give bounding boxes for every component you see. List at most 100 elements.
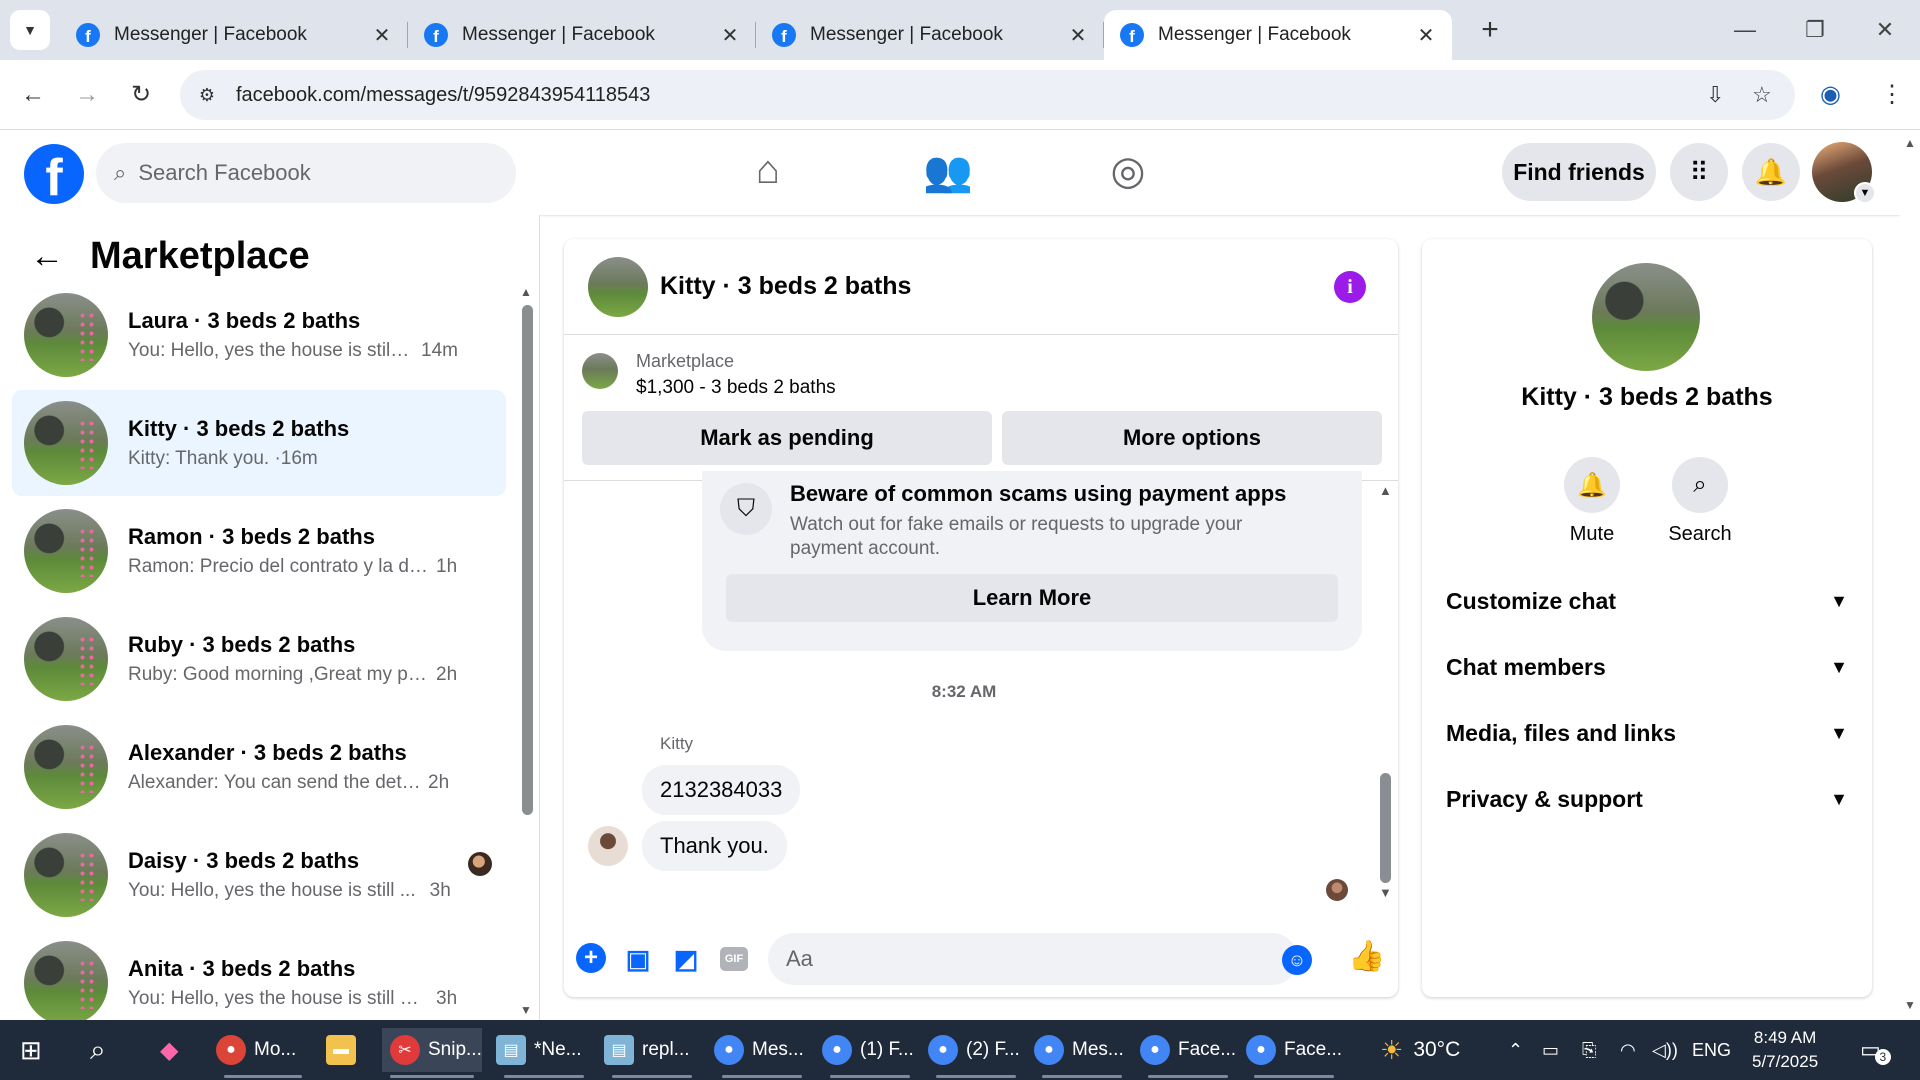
notification-center[interactable]: ▭ 3	[1860, 1020, 1891, 1080]
plus-icon[interactable]: +	[576, 943, 606, 973]
sender-avatar[interactable]	[588, 826, 628, 866]
more-options-button[interactable]: More options	[1002, 411, 1382, 465]
omnibox[interactable]: ⚙ facebook.com/messages/t/95928439541185…	[180, 70, 1795, 120]
close-tab-icon[interactable]: ✕	[1414, 23, 1438, 48]
taskbar-app[interactable]: ▤ repl...	[604, 1028, 700, 1078]
scroll-up-icon[interactable]: ▲	[1379, 483, 1392, 498]
chat-members-section[interactable]: Chat members ▼	[1446, 640, 1856, 694]
taskbar-app[interactable]: ● Face...	[1246, 1028, 1342, 1078]
scroll-up-icon[interactable]: ▲	[1904, 136, 1916, 150]
page-scrollbar[interactable]: ▲ ▼	[1900, 130, 1920, 1020]
menu-grid-icon[interactable]: ⠿	[1670, 143, 1728, 201]
scroll-down-icon[interactable]: ▼	[520, 1003, 532, 1017]
back-arrow-icon[interactable]: ←	[30, 237, 64, 276]
info-icon[interactable]: i	[1334, 271, 1366, 303]
forward-icon[interactable]: →	[60, 81, 114, 109]
message-bubble[interactable]: Thank you.	[642, 821, 787, 871]
listing-thumbnail[interactable]	[582, 353, 618, 389]
restore-icon[interactable]: ❐	[1780, 0, 1850, 60]
mark-as-pending-button[interactable]: Mark as pending	[582, 411, 992, 465]
notifications-bell-icon[interactable]: 🔔	[1742, 143, 1800, 201]
taskbar-app[interactable]: ▬	[326, 1028, 372, 1072]
sticker-icon[interactable]: ◩	[670, 943, 702, 975]
learn-more-button[interactable]: Learn More	[726, 574, 1338, 622]
clock[interactable]: 8:49 AM 5/7/2025	[1752, 1020, 1818, 1080]
browser-tab[interactable]: f Messenger | Facebook ✕	[408, 10, 756, 60]
install-app-icon[interactable]: ⇩	[1706, 82, 1724, 108]
privacy-support-section[interactable]: Privacy & support ▼	[1446, 772, 1856, 826]
scroll-up-icon[interactable]: ▲	[520, 285, 532, 299]
contact-avatar[interactable]	[1592, 263, 1700, 371]
account-avatar[interactable]: ▼	[1812, 142, 1876, 204]
chat-scrollbar[interactable]: ▲ ▼	[1376, 483, 1394, 903]
conversation-item[interactable]: Ramon · 3 beds 2 baths Ramon: Precio del…	[12, 498, 506, 604]
bookmark-star-icon[interactable]: ☆	[1752, 82, 1772, 108]
photo-icon[interactable]: ▣	[622, 943, 654, 975]
search-icon[interactable]: ⌕	[90, 1028, 106, 1072]
home-icon[interactable]: ⌂	[738, 148, 798, 193]
scroll-thumb[interactable]	[522, 305, 533, 815]
taskbar-app[interactable]: ● Mes...	[1034, 1028, 1130, 1078]
taskbar-app[interactable]: ● Mo...	[216, 1028, 310, 1078]
chat-avatar[interactable]	[588, 256, 648, 317]
find-friends-button[interactable]: Find friends	[1502, 143, 1656, 201]
listing-price[interactable]: $1,300 - 3 beds 2 baths	[636, 377, 836, 399]
message-bubble[interactable]: 2132384033	[642, 765, 801, 815]
conversation-item[interactable]: Alexander · 3 beds 2 baths Alexander: Yo…	[12, 714, 506, 820]
reload-icon[interactable]: ↻	[114, 80, 168, 109]
facebook-search-input[interactable]: ⌕ Search Facebook	[96, 143, 516, 203]
profile-icon[interactable]: ◉	[1820, 80, 1841, 109]
close-tab-icon[interactable]: ✕	[370, 23, 394, 48]
taskbar-app[interactable]: ● (1) F...	[822, 1028, 918, 1078]
media-files-links-section[interactable]: Media, files and links ▼	[1446, 706, 1856, 760]
tab-search-button[interactable]: ▼	[10, 10, 50, 50]
gif-icon[interactable]: GIF	[720, 947, 748, 971]
groups-icon[interactable]: ◎	[1098, 148, 1158, 194]
scroll-thumb[interactable]	[1380, 773, 1391, 883]
conversation-item[interactable]: Daisy · 3 beds 2 baths You: Hello, yes t…	[12, 822, 506, 928]
new-tab-button[interactable]: +	[1470, 13, 1510, 47]
windows-start-icon[interactable]: ⊞	[20, 1028, 42, 1072]
conversation-item[interactable]: Ruby · 3 beds 2 baths Ruby: Good morning…	[12, 606, 506, 712]
browser-tab-active[interactable]: f Messenger | Facebook ✕	[1104, 10, 1452, 60]
mute-button[interactable]: 🔔 Mute	[1552, 457, 1632, 546]
site-settings-icon[interactable]: ⚙	[192, 85, 222, 106]
browser-tab[interactable]: f Messenger | Facebook ✕	[756, 10, 1104, 60]
conversation-avatar	[24, 617, 108, 701]
conversation-item[interactable]: Laura · 3 beds 2 baths You: Hello, yes t…	[12, 282, 506, 388]
search-conversation-button[interactable]: ⌕ Search	[1660, 457, 1740, 546]
thumbs-up-icon[interactable]: 👍	[1348, 939, 1385, 974]
browser-menu-icon[interactable]: ⋮	[1880, 80, 1904, 109]
browser-tab[interactable]: f Messenger | Facebook ✕	[60, 10, 408, 60]
close-window-icon[interactable]: ✕	[1850, 0, 1920, 60]
sidebar-scrollbar[interactable]: ▲ ▼	[520, 285, 534, 1017]
scroll-down-icon[interactable]: ▼	[1379, 885, 1392, 900]
battery-icon[interactable]: ▭	[1542, 1020, 1559, 1080]
chat-title[interactable]: Kitty · 3 beds 2 baths	[660, 272, 911, 301]
wifi-icon[interactable]: ◠	[1620, 1020, 1636, 1080]
taskbar-app[interactable]: ● (2) F...	[928, 1028, 1024, 1078]
weather-widget[interactable]: ☀ 30°C	[1380, 1020, 1460, 1080]
language-indicator[interactable]: ENG	[1692, 1020, 1731, 1080]
conversation-item[interactable]: Anita · 3 beds 2 baths You: Hello, yes t…	[12, 930, 506, 1020]
volume-icon[interactable]: ◁))	[1652, 1020, 1678, 1080]
taskbar-app[interactable]: ● Face...	[1140, 1028, 1236, 1078]
conversation-item-active[interactable]: Kitty · 3 beds 2 baths Kitty: Thank you.…	[12, 390, 506, 496]
close-tab-icon[interactable]: ✕	[718, 23, 742, 48]
copilot-icon[interactable]: ◆	[160, 1028, 178, 1072]
taskbar-app[interactable]: ● Mes...	[714, 1028, 810, 1078]
friends-icon[interactable]: 👥	[918, 148, 978, 195]
emoji-icon[interactable]: ☺	[1282, 945, 1312, 975]
taskbar-app-active[interactable]: ✂ Snip...	[382, 1028, 482, 1078]
facebook-logo-icon[interactable]: f	[24, 144, 84, 204]
show-hidden-icons-icon[interactable]: ⌃	[1508, 1020, 1523, 1080]
close-tab-icon[interactable]: ✕	[1066, 23, 1090, 48]
back-icon[interactable]: ←	[6, 81, 60, 109]
minimize-icon[interactable]: —	[1710, 0, 1780, 60]
device-icon[interactable]: ⎘	[1582, 1020, 1596, 1080]
taskbar-app[interactable]: ▤ *Ne...	[496, 1028, 592, 1078]
customize-chat-section[interactable]: Customize chat ▼	[1446, 574, 1856, 628]
scroll-down-icon[interactable]: ▼	[1904, 998, 1916, 1012]
url-text[interactable]: facebook.com/messages/t/9592843954118543	[236, 84, 650, 107]
message-input[interactable]: Aa	[768, 933, 1298, 985]
